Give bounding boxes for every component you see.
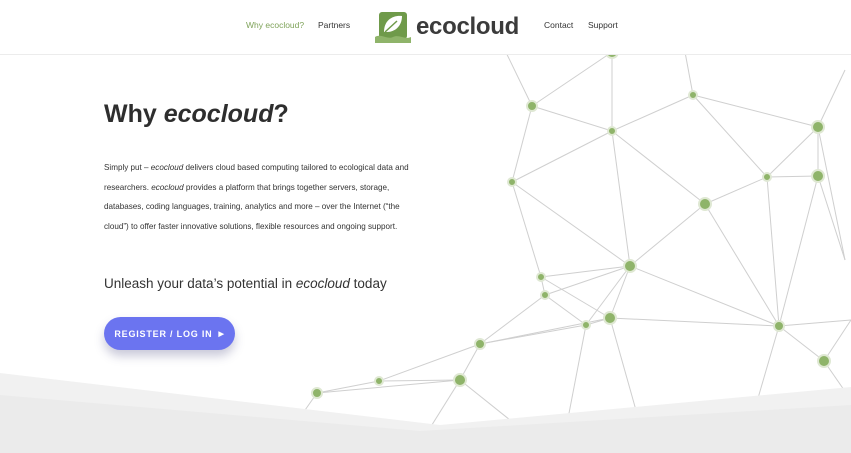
network-node: [540, 290, 550, 300]
register-login-label: REGISTER / LOG IN: [114, 328, 213, 339]
page-title: Why ecocloud?: [104, 100, 289, 128]
caret-right-icon: ▶: [218, 330, 225, 338]
hero-section: Why ecocloud? Simply put – ecocloud deli…: [104, 100, 424, 350]
nav-partners[interactable]: Partners: [318, 20, 350, 30]
network-node: [536, 272, 546, 282]
network-node: [507, 177, 517, 187]
network-node: [698, 197, 712, 211]
nav-contact[interactable]: Contact: [544, 20, 573, 30]
tagline: Unleash your data’s potential in ecoclou…: [104, 276, 387, 291]
nav-support[interactable]: Support: [588, 20, 618, 30]
network-node: [811, 169, 825, 183]
network-node: [688, 90, 698, 100]
network-node: [581, 320, 591, 330]
network-node: [762, 172, 772, 182]
network-node: [773, 320, 785, 332]
intro-paragraph: Simply put – ecocloud delivers cloud bas…: [104, 163, 409, 231]
network-node: [623, 259, 637, 273]
network-node: [603, 311, 617, 325]
leaf-cloud-icon: [375, 12, 411, 43]
network-node: [474, 338, 486, 350]
network-node: [607, 126, 617, 136]
network-node: [526, 100, 538, 112]
network-node: [811, 120, 825, 134]
nav-why-ecocloud[interactable]: Why ecocloud?: [246, 20, 304, 30]
bottom-band: [0, 373, 851, 453]
top-navigation: Why ecocloud? Partners ecocloud Contact …: [0, 0, 851, 55]
brand-logo[interactable]: ecocloud: [375, 9, 519, 45]
register-login-button[interactable]: REGISTER / LOG IN ▶: [104, 317, 235, 350]
brand-name: ecocloud: [416, 13, 519, 40]
